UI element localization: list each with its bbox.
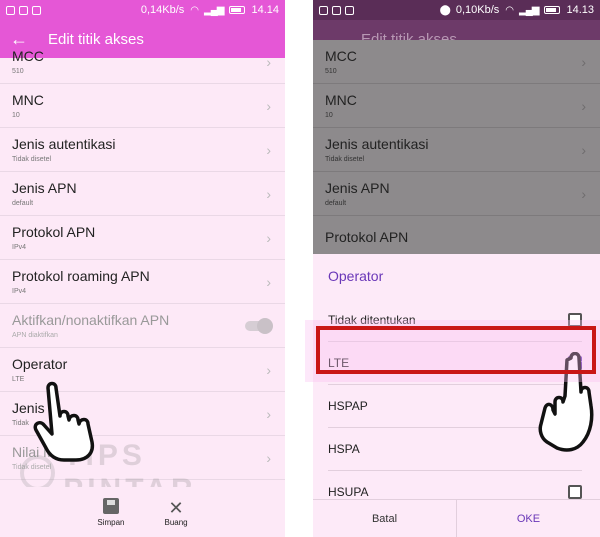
dialog-buttons: Batal OKE <box>313 499 600 537</box>
chevron-right-icon: › <box>266 185 271 202</box>
pointing-hand-icon <box>538 352 594 452</box>
row-mcc: MCC 510 › <box>313 40 600 84</box>
chevron-right-icon: › <box>266 229 271 246</box>
row-auth-type: Jenis autentikasi Tidak disetel › <box>313 128 600 172</box>
row-apn-protocol[interactable]: Protokol APN IPv4 › <box>0 216 285 260</box>
row-value: Tidak disetel <box>12 156 52 163</box>
row-value: APN diaktifkan <box>12 332 58 339</box>
row-title: MNC <box>325 92 357 108</box>
chevron-right-icon: › <box>266 405 271 422</box>
floppy-disk-icon <box>102 497 119 514</box>
battery-icon <box>229 6 246 14</box>
cancel-button[interactable]: Batal <box>313 500 457 537</box>
save-button[interactable]: Simpan <box>97 497 125 527</box>
status-bar: ⬤ 0,10Kb/s ◠ ▂▄▆ 14.13 <box>313 0 600 20</box>
row-value: Tidak disetel <box>325 156 365 163</box>
row-value: 10 <box>12 112 20 119</box>
row-title: Aktifkan/nonaktifkan APN <box>12 312 170 328</box>
signal-icon: ▂▄▆ <box>204 4 224 16</box>
wifi-icon: ◠ <box>190 4 199 16</box>
row-title: Protokol APN <box>12 224 96 240</box>
row-title: Jenis autentikasi <box>12 136 116 152</box>
row-title: MCC <box>12 48 44 64</box>
chevron-right-icon: › <box>266 273 271 290</box>
chevron-right-icon: › <box>581 141 586 158</box>
checkbox[interactable] <box>568 312 582 327</box>
chevron-right-icon: › <box>266 141 271 158</box>
instagram-icon <box>319 5 328 15</box>
chevron-right-icon: › <box>266 97 271 114</box>
clock: 14.14 <box>251 4 279 16</box>
discard-label: Buang <box>164 517 188 527</box>
comparison-screenshot: 0,14Kb/s ◠ ▂▄▆ 14.14 ← Edit titik akses … <box>0 0 600 537</box>
row-title: Jenis APN <box>12 180 77 196</box>
network-speed: 0,10Kb/s <box>455 4 500 16</box>
close-icon: ✕ <box>168 497 184 518</box>
row-value: 510 <box>12 68 24 75</box>
row-auth-type[interactable]: Jenis autentikasi Tidak disetel › <box>0 128 285 172</box>
row-value: 10 <box>325 112 333 119</box>
row-value: default <box>12 200 34 207</box>
battery-icon <box>544 6 561 14</box>
row-title: MCC <box>325 48 357 64</box>
save-label: Simpan <box>97 517 125 527</box>
settings-list-dimmed: MCC 510 › MNC 10 › Jenis autentikasi Tidak … <box>313 40 600 260</box>
row-title: Protokol APN <box>325 229 409 245</box>
notification-icon <box>6 5 15 15</box>
image-icon <box>332 5 341 15</box>
network-speed: 0,14Kb/s <box>140 4 185 16</box>
clock: 14.13 <box>566 4 594 16</box>
chevron-right-icon: › <box>266 361 271 378</box>
row-value: default <box>325 200 347 207</box>
row-mcc[interactable]: MCC 510 › <box>0 40 285 84</box>
signal-icon: ▂▄▆ <box>519 4 539 16</box>
row-title: MNC <box>12 92 44 108</box>
apn-toggle-switch[interactable] <box>245 317 273 334</box>
row-title: Operator <box>12 356 68 372</box>
image-icon <box>19 5 28 15</box>
row-value: IPv4 <box>12 288 27 295</box>
row-title: Jenis autentikasi <box>325 136 429 152</box>
phone-left: 0,14Kb/s ◠ ▂▄▆ 14.14 ← Edit titik akses … <box>0 0 285 537</box>
row-value: 510 <box>325 68 337 75</box>
grid-icon <box>32 5 41 15</box>
row-value: IPv4 <box>12 244 27 251</box>
chevron-right-icon: › <box>581 97 586 114</box>
location-icon: ⬤ <box>439 4 451 16</box>
option-label: HSUPA <box>328 484 369 499</box>
chevron-right-icon: › <box>581 53 586 70</box>
row-apn-toggle[interactable]: Aktifkan/nonaktifkan APN APN diaktifkan <box>0 304 285 348</box>
row-roaming-protocol[interactable]: Protokol roaming APN IPv4 › <box>0 260 285 304</box>
wifi-icon: ◠ <box>505 4 514 16</box>
phone-right: ⬤ 0,10Kb/s ◠ ▂▄▆ 14.13 ← Edit titik akse… <box>313 0 600 537</box>
pointing-hand-icon <box>33 381 95 462</box>
row-apn-type[interactable]: Jenis APN default › <box>0 172 285 216</box>
discard-button[interactable]: ✕ Buang <box>164 498 187 527</box>
row-mnc[interactable]: MNC 10 › <box>0 84 285 128</box>
checkbox[interactable] <box>568 484 582 499</box>
option-unspecified[interactable]: Tidak ditentukan <box>313 298 600 341</box>
grid-icon <box>345 5 354 15</box>
option-label: Tidak ditentukan <box>328 312 416 327</box>
ok-button[interactable]: OKE <box>457 500 600 537</box>
chevron-right-icon: › <box>266 53 271 70</box>
row-title: Protokol roaming APN <box>12 268 150 284</box>
row-mnc: MNC 10 › <box>313 84 600 128</box>
row-title: Jenis APN <box>325 180 390 196</box>
dialog-title: Operator <box>328 268 384 284</box>
row-apn-type: Jenis APN default › <box>313 172 600 216</box>
chevron-right-icon: › <box>581 185 586 202</box>
status-bar: 0,14Kb/s ◠ ▂▄▆ 14.14 <box>0 0 285 20</box>
bottom-action-bar: Simpan ✕ Buang <box>0 487 285 537</box>
